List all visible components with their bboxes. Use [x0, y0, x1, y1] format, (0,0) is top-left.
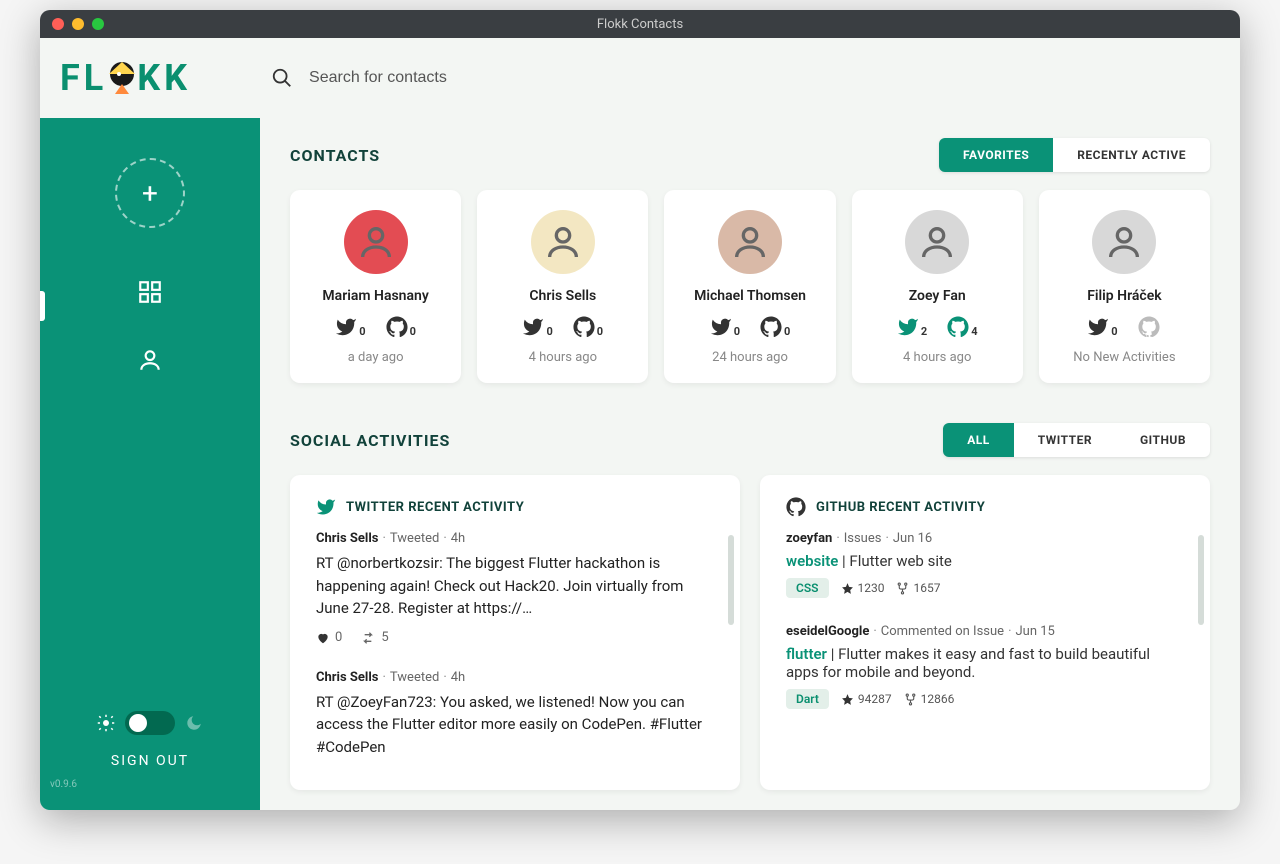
- github-icon: [786, 497, 806, 517]
- tab-favorites[interactable]: FAVORITES: [939, 138, 1053, 172]
- sidebar: + SIGN OUT v0.9.6: [40, 118, 260, 810]
- moon-icon: [185, 714, 203, 732]
- repo-link[interactable]: website: [786, 552, 838, 570]
- github-activity-panel: GITHUB RECENT ACTIVITY zoeyfan·Issues·Ju…: [760, 475, 1210, 790]
- contact-name: Filip Hráček: [1087, 288, 1161, 304]
- github-item[interactable]: zoeyfan·Issues·Jun 16 website | Flutter …: [786, 531, 1184, 598]
- add-contact-button[interactable]: +: [115, 158, 185, 228]
- twitter-count: 0: [522, 316, 552, 338]
- activity-time: 4 hours ago: [529, 350, 597, 365]
- activity-time: 24 hours ago: [712, 350, 788, 365]
- tweet-item[interactable]: Chris Sells·Tweeted·4h RT @norbertkozsir…: [316, 531, 714, 646]
- avatar: [905, 210, 969, 274]
- contact-card[interactable]: Michael Thomsen 0 0 24 hours ago: [664, 190, 835, 383]
- tab-recently-active[interactable]: RECENTLY ACTIVE: [1053, 138, 1210, 172]
- github-count: 0: [760, 316, 790, 338]
- twitter-count: 2: [897, 316, 927, 338]
- profile-icon[interactable]: [136, 346, 164, 374]
- twitter-activity-panel: TWITTER RECENT ACTIVITY Chris Sells·Twee…: [290, 475, 740, 790]
- github-count: [1138, 316, 1162, 338]
- app-window: Flokk Contacts FL KK +: [40, 10, 1240, 810]
- version-label: v0.9.6: [50, 779, 77, 790]
- github-count: 0: [573, 316, 603, 338]
- tab-twitter[interactable]: TWITTER: [1014, 423, 1116, 457]
- minimize-icon[interactable]: [72, 18, 84, 30]
- main-content: CONTACTS FAVORITES RECENTLY ACTIVE Maria…: [260, 118, 1240, 810]
- logo: FL KK: [60, 57, 191, 99]
- repo-link[interactable]: flutter: [786, 645, 827, 663]
- like-count[interactable]: 0: [316, 630, 342, 645]
- contact-name: Chris Sells: [529, 288, 596, 304]
- language-badge: Dart: [786, 689, 829, 709]
- activity-time: No New Activities: [1073, 350, 1175, 365]
- search-input[interactable]: [309, 69, 609, 87]
- active-indicator: [40, 291, 45, 321]
- contact-name: Michael Thomsen: [694, 288, 806, 304]
- social-heading: SOCIAL ACTIVITIES: [290, 431, 450, 450]
- tweet-body: RT @norbertkozsir: The biggest Flutter h…: [316, 552, 714, 620]
- scrollbar[interactable]: [728, 535, 734, 625]
- avatar: [531, 210, 595, 274]
- github-count: 0: [386, 316, 416, 338]
- tweet-body: RT @ZoeyFan723: You asked, we listened! …: [316, 691, 714, 759]
- github-count: 4: [947, 316, 977, 338]
- fork-count: 1657: [896, 581, 940, 595]
- twitter-count: 0: [335, 316, 365, 338]
- sign-out-button[interactable]: SIGN OUT: [111, 753, 189, 769]
- tab-all[interactable]: ALL: [943, 423, 1014, 457]
- window-title: Flokk Contacts: [40, 17, 1240, 32]
- contact-name: Mariam Hasnany: [322, 288, 428, 304]
- contacts-heading: CONTACTS: [290, 146, 380, 165]
- titlebar: Flokk Contacts: [40, 10, 1240, 38]
- twitter-count: 0: [710, 316, 740, 338]
- social-tabs: ALL TWITTER GITHUB: [943, 423, 1210, 457]
- avatar: [344, 210, 408, 274]
- twitter-icon: [316, 497, 336, 517]
- bird-icon: [107, 60, 137, 96]
- tab-github[interactable]: GITHUB: [1116, 423, 1210, 457]
- topbar: FL KK: [40, 38, 1240, 118]
- close-icon[interactable]: [52, 18, 64, 30]
- twitter-count: 0: [1087, 316, 1117, 338]
- logo-text: FL: [60, 57, 107, 99]
- retweet-count[interactable]: 5: [360, 630, 388, 646]
- twitter-activity-title: TWITTER RECENT ACTIVITY: [346, 500, 524, 515]
- contact-card[interactable]: Chris Sells 0 0 4 hours ago: [477, 190, 648, 383]
- avatar: [1092, 210, 1156, 274]
- contact-card[interactable]: Mariam Hasnany 0 0 a day ago: [290, 190, 461, 383]
- dashboard-icon[interactable]: [136, 278, 164, 306]
- maximize-icon[interactable]: [92, 18, 104, 30]
- activity-time: a day ago: [348, 350, 404, 365]
- star-count: 94287: [841, 692, 892, 706]
- avatar: [718, 210, 782, 274]
- activity-time: 4 hours ago: [903, 350, 971, 365]
- language-badge: CSS: [786, 578, 829, 598]
- scrollbar[interactable]: [1198, 535, 1204, 625]
- sun-icon: [97, 714, 115, 732]
- contact-card[interactable]: Zoey Fan 2 4 4 hours ago: [852, 190, 1023, 383]
- logo-text-2: KK: [137, 57, 191, 99]
- theme-toggle[interactable]: [125, 711, 175, 735]
- github-item[interactable]: eseidelGoogle·Commented on Issue·Jun 15 …: [786, 624, 1184, 709]
- search-icon[interactable]: [271, 67, 293, 89]
- contact-name: Zoey Fan: [909, 288, 966, 304]
- contacts-tabs: FAVORITES RECENTLY ACTIVE: [939, 138, 1210, 172]
- tweet-item[interactable]: Chris Sells·Tweeted·4h RT @ZoeyFan723: Y…: [316, 670, 714, 759]
- star-count: 1230: [841, 581, 885, 595]
- contact-card[interactable]: Filip Hráček 0 No New Activities: [1039, 190, 1210, 383]
- github-activity-title: GITHUB RECENT ACTIVITY: [816, 500, 985, 515]
- fork-count: 12866: [904, 692, 955, 706]
